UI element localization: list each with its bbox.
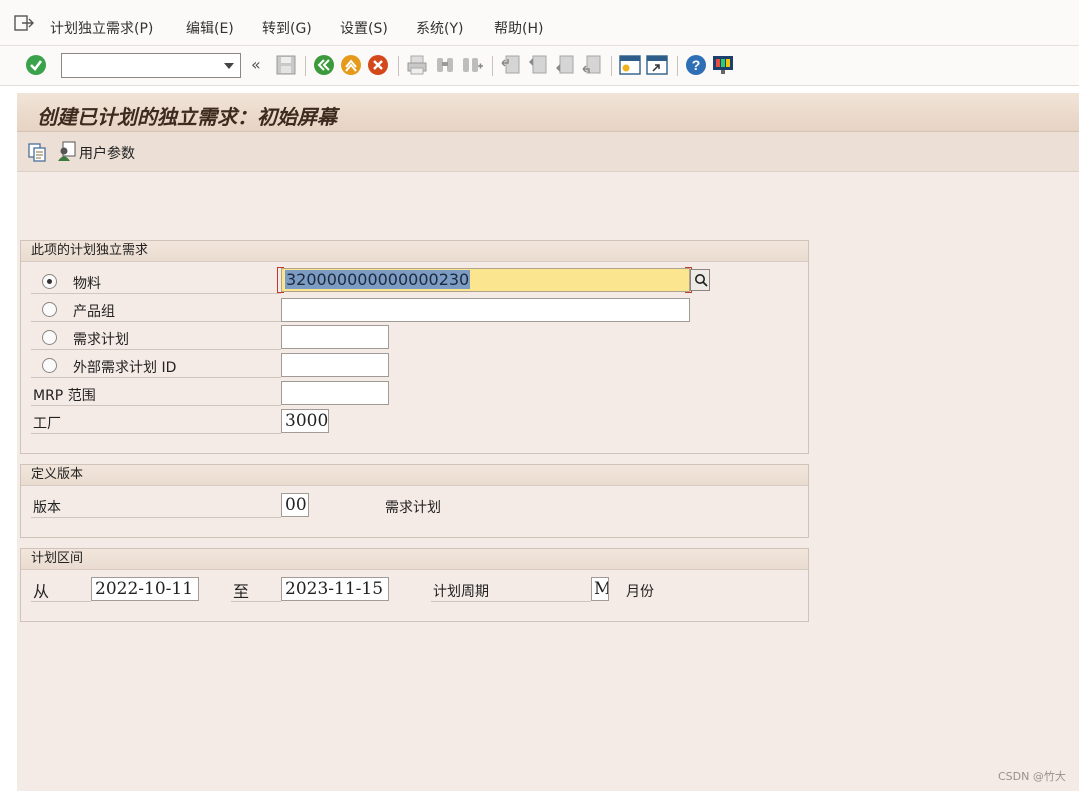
find-icon[interactable] — [434, 54, 456, 76]
search-icon — [695, 274, 708, 287]
save-icon[interactable] — [275, 54, 297, 76]
group-title: 定义版本 — [21, 465, 808, 486]
group-title: 此项的计划独立需求 — [21, 241, 808, 262]
group-title: 计划区间 — [21, 549, 808, 570]
system-menu-icon[interactable] — [14, 14, 34, 32]
value-help-button[interactable] — [690, 269, 710, 291]
cancel-icon[interactable] — [367, 54, 389, 76]
menu-item-help[interactable]: 帮助(H) — [494, 18, 543, 38]
product-group-input[interactable] — [281, 298, 690, 322]
user-parameters-button[interactable]: 用户参数 — [79, 143, 135, 163]
help-icon[interactable]: ? — [685, 54, 707, 76]
dropdown-arrow-icon[interactable] — [224, 63, 234, 69]
new-session-icon[interactable] — [619, 54, 641, 76]
version-input[interactable]: 00 — [281, 493, 309, 517]
group-item-requirements: 此项的计划独立需求 物料 产品组 需求计划 外部需求计划 ID MRP 范围 工… — [20, 240, 809, 454]
next-page-icon[interactable] — [554, 54, 576, 76]
material-value: 320000000000000230 — [285, 270, 471, 289]
req-plan-input[interactable] — [281, 325, 389, 349]
layout-icon[interactable] — [712, 54, 734, 76]
back-icon[interactable] — [313, 54, 335, 76]
user-parameters-icon[interactable] — [56, 141, 76, 163]
label-product-group: 产品组 — [73, 304, 115, 320]
menu-item-edit[interactable]: 编辑(E) — [186, 18, 234, 38]
label-material: 物料 — [73, 276, 101, 292]
collapse-icon[interactable]: « — [251, 55, 261, 74]
label-version: 版本 — [33, 500, 61, 516]
group-version: 定义版本 版本 00 需求计划 — [20, 464, 809, 538]
application-toolbar: 用户参数 — [17, 132, 1079, 172]
material-input[interactable]: 320000000000000230 — [281, 268, 690, 292]
previous-page-icon[interactable] — [527, 54, 549, 76]
group-planning-period: 计划区间 从 2022-10-11 至 2023-11-15 计划周期 M 月份 — [20, 548, 809, 622]
label-from: 从 — [33, 582, 50, 601]
enter-icon[interactable] — [25, 54, 47, 76]
radio-ext-plan-id[interactable] — [42, 358, 57, 373]
label-ext-plan-id: 外部需求计划 ID — [73, 360, 177, 376]
to-date-input[interactable]: 2023-11-15 — [281, 577, 389, 601]
label-plant: 工厂 — [33, 416, 61, 432]
menu-item-goto[interactable]: 转到(G) — [262, 18, 312, 38]
period-description: 月份 — [626, 584, 654, 600]
screen-title-bar: 创建已计划的独立需求：初始屏幕 — [17, 93, 1079, 132]
plant-input[interactable]: 3000 — [281, 409, 329, 433]
label-to: 至 — [233, 582, 250, 601]
menu-item-settings[interactable]: 设置(S) — [340, 18, 388, 38]
label-planning-period: 计划周期 — [433, 584, 489, 600]
last-page-icon[interactable] — [581, 54, 603, 76]
shortcut-icon[interactable] — [646, 54, 668, 76]
page-title: 创建已计划的独立需求：初始屏幕 — [37, 105, 337, 129]
copy-icon[interactable] — [27, 142, 47, 162]
label-mrp-area: MRP 范围 — [33, 388, 96, 404]
print-icon[interactable] — [406, 54, 428, 76]
watermark: CSDN @竹大 — [998, 770, 1066, 783]
version-description: 需求计划 — [385, 500, 441, 516]
radio-product-group[interactable] — [42, 302, 57, 317]
exit-icon[interactable] — [340, 54, 362, 76]
command-field[interactable] — [61, 53, 241, 78]
svg-text:?: ? — [692, 57, 701, 73]
menu-item-plan-req[interactable]: 计划独立需求(P) — [50, 18, 153, 38]
label-req-plan: 需求计划 — [73, 332, 129, 348]
find-next-icon[interactable] — [461, 54, 483, 76]
menu-bar: 计划独立需求(P) 编辑(E) 转到(G) 设置(S) 系统(Y) 帮助(H) — [0, 0, 1079, 46]
standard-toolbar: « ? — [0, 46, 1079, 86]
period-indicator-input[interactable]: M — [591, 577, 609, 601]
radio-material[interactable] — [42, 274, 57, 289]
first-page-icon[interactable] — [500, 54, 522, 76]
radio-req-plan[interactable] — [42, 330, 57, 345]
menu-item-system[interactable]: 系统(Y) — [416, 18, 463, 38]
from-date-input[interactable]: 2022-10-11 — [91, 577, 199, 601]
ext-plan-id-input[interactable] — [281, 353, 389, 377]
mrp-area-input[interactable] — [281, 381, 389, 405]
